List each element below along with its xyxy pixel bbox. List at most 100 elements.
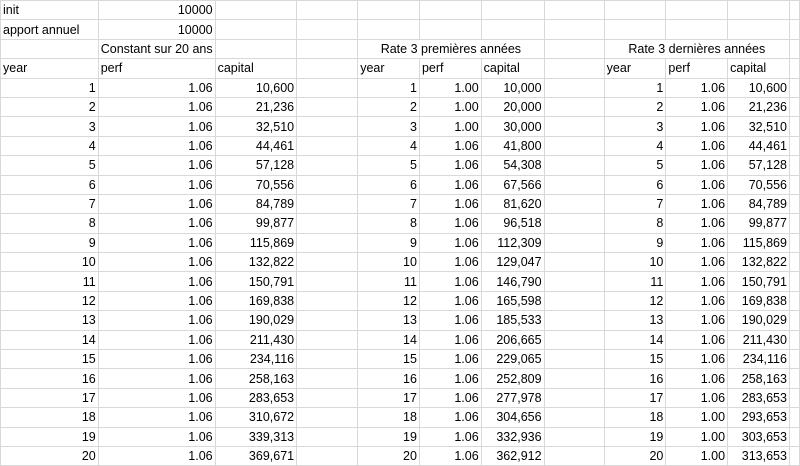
- perf-cell[interactable]: 1.06: [418, 290, 482, 312]
- empty-cell[interactable]: [296, 368, 359, 389]
- capital-cell[interactable]: 362,912: [480, 445, 545, 466]
- empty-cell[interactable]: [543, 445, 605, 466]
- year-cell[interactable]: 10: [357, 252, 420, 273]
- empty-cell[interactable]: [296, 174, 359, 195]
- year-cell[interactable]: 19: [603, 426, 667, 447]
- year-cell[interactable]: 11: [603, 271, 667, 292]
- capital-cell[interactable]: 81,620: [480, 193, 545, 215]
- capital-cell[interactable]: 70,556: [214, 174, 298, 195]
- year-cell[interactable]: 16: [603, 368, 667, 389]
- year-cell[interactable]: 3: [357, 116, 420, 137]
- empty-cell[interactable]: [296, 310, 359, 331]
- empty-cell[interactable]: [788, 329, 800, 351]
- empty-cell[interactable]: [788, 0, 800, 21]
- input-value[interactable]: 10000: [97, 0, 216, 21]
- capital-cell[interactable]: 54,308: [480, 155, 545, 176]
- capital-cell[interactable]: 313,653: [727, 445, 790, 466]
- perf-cell[interactable]: 1.06: [97, 290, 216, 312]
- column-header[interactable]: year: [603, 58, 667, 79]
- empty-cell[interactable]: [727, 0, 790, 21]
- perf-cell[interactable]: 1.06: [665, 310, 729, 331]
- perf-cell[interactable]: 1.06: [665, 349, 729, 370]
- perf-cell[interactable]: 1.06: [418, 252, 482, 273]
- capital-cell[interactable]: 169,838: [214, 290, 298, 312]
- empty-cell[interactable]: [788, 387, 800, 409]
- perf-cell[interactable]: 1.06: [97, 329, 216, 351]
- empty-cell[interactable]: [357, 0, 420, 21]
- perf-cell[interactable]: 1.06: [97, 193, 216, 215]
- year-cell[interactable]: 3: [0, 116, 99, 137]
- capital-cell[interactable]: 146,790: [480, 271, 545, 292]
- empty-cell[interactable]: [727, 19, 790, 40]
- capital-cell[interactable]: 190,029: [727, 310, 790, 331]
- empty-cell[interactable]: [296, 116, 359, 137]
- year-cell[interactable]: 2: [0, 96, 99, 118]
- year-cell[interactable]: 13: [603, 310, 667, 331]
- year-cell[interactable]: 8: [0, 213, 99, 234]
- perf-cell[interactable]: 1.00: [665, 407, 729, 428]
- empty-cell[interactable]: [296, 135, 359, 157]
- perf-cell[interactable]: 1.00: [665, 445, 729, 466]
- perf-cell[interactable]: 1.06: [97, 135, 216, 157]
- empty-cell[interactable]: [603, 19, 667, 40]
- capital-cell[interactable]: 332,936: [480, 426, 545, 447]
- perf-cell[interactable]: 1.00: [418, 116, 482, 137]
- year-cell[interactable]: 20: [603, 445, 667, 466]
- perf-cell[interactable]: 1.06: [97, 77, 216, 98]
- year-cell[interactable]: 6: [0, 174, 99, 195]
- empty-cell[interactable]: [543, 135, 605, 157]
- perf-cell[interactable]: 1.00: [665, 426, 729, 447]
- perf-cell[interactable]: 1.00: [418, 96, 482, 118]
- capital-cell[interactable]: 115,869: [727, 232, 790, 254]
- capital-cell[interactable]: 369,671: [214, 445, 298, 466]
- year-cell[interactable]: 16: [357, 368, 420, 389]
- empty-cell[interactable]: [543, 174, 605, 195]
- column-header[interactable]: perf: [665, 58, 729, 79]
- perf-cell[interactable]: 1.06: [418, 135, 482, 157]
- year-cell[interactable]: 12: [603, 290, 667, 312]
- year-cell[interactable]: 9: [357, 232, 420, 254]
- year-cell[interactable]: 11: [0, 271, 99, 292]
- input-label[interactable]: init: [0, 0, 99, 21]
- perf-cell[interactable]: 1.06: [665, 96, 729, 118]
- empty-cell[interactable]: [296, 77, 359, 98]
- capital-cell[interactable]: 211,430: [214, 329, 298, 351]
- capital-cell[interactable]: 67,566: [480, 174, 545, 195]
- capital-cell[interactable]: 211,430: [727, 329, 790, 351]
- empty-cell[interactable]: [543, 19, 605, 40]
- perf-cell[interactable]: 1.06: [97, 310, 216, 331]
- capital-cell[interactable]: 44,461: [214, 135, 298, 157]
- perf-cell[interactable]: 1.06: [418, 329, 482, 351]
- year-cell[interactable]: 1: [0, 77, 99, 98]
- capital-cell[interactable]: 129,047: [480, 252, 545, 273]
- year-cell[interactable]: 5: [603, 155, 667, 176]
- perf-cell[interactable]: 1.06: [97, 213, 216, 234]
- capital-cell[interactable]: 252,809: [480, 368, 545, 389]
- year-cell[interactable]: 18: [0, 407, 99, 428]
- capital-cell[interactable]: 258,163: [727, 368, 790, 389]
- capital-cell[interactable]: 99,877: [727, 213, 790, 234]
- capital-cell[interactable]: 10,000: [480, 77, 545, 98]
- year-cell[interactable]: 20: [0, 445, 99, 466]
- perf-cell[interactable]: 1.06: [97, 155, 216, 176]
- perf-cell[interactable]: 1.06: [665, 77, 729, 98]
- empty-cell[interactable]: [788, 368, 800, 389]
- input-value[interactable]: 10000: [97, 19, 216, 40]
- empty-cell[interactable]: [543, 387, 605, 409]
- year-cell[interactable]: 19: [357, 426, 420, 447]
- empty-cell[interactable]: [543, 0, 605, 21]
- empty-cell[interactable]: [418, 19, 482, 40]
- perf-cell[interactable]: 1.06: [418, 232, 482, 254]
- capital-cell[interactable]: 10,600: [214, 77, 298, 98]
- section-title-first-years[interactable]: Rate 3 premières années: [357, 38, 545, 60]
- empty-cell[interactable]: [788, 174, 800, 195]
- year-cell[interactable]: 1: [357, 77, 420, 98]
- empty-cell[interactable]: [543, 329, 605, 351]
- empty-cell[interactable]: [0, 38, 99, 60]
- input-label[interactable]: apport annuel: [0, 19, 99, 40]
- year-cell[interactable]: 2: [603, 96, 667, 118]
- perf-cell[interactable]: 1.06: [97, 368, 216, 389]
- empty-cell[interactable]: [214, 0, 298, 21]
- perf-cell[interactable]: 1.06: [97, 349, 216, 370]
- empty-cell[interactable]: [543, 155, 605, 176]
